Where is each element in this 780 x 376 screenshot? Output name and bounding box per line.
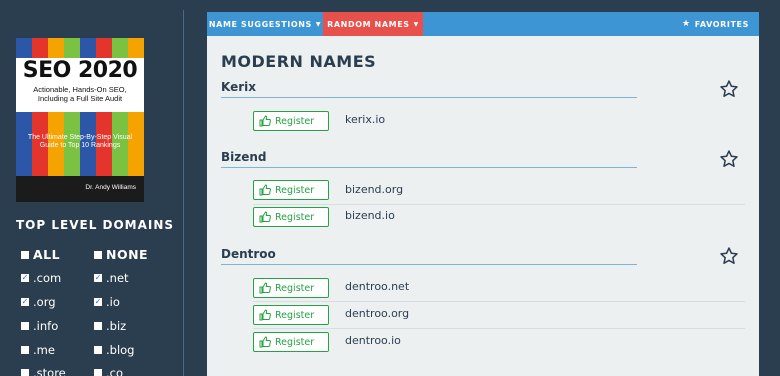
tld-checkbox-org[interactable]: ✓ .org — [21, 295, 56, 309]
group-underline — [221, 97, 637, 98]
tab-favorites[interactable]: ★ FAVORITES — [682, 12, 749, 36]
checkbox-unchecked[interactable] — [21, 369, 29, 376]
tld-checkbox-biz[interactable]: .biz — [94, 319, 126, 333]
favorite-star-icon[interactable] — [719, 149, 739, 169]
domain-name[interactable]: bizend.org — [345, 183, 403, 196]
tab-name-suggestions[interactable]: NAME SUGGESTIONS ▼ — [207, 12, 323, 36]
checkbox-checked[interactable]: ✓ — [94, 274, 102, 282]
tld-checkbox-co[interactable]: .co — [94, 366, 123, 376]
register-button[interactable]: Register — [253, 111, 329, 131]
thumbs-up-icon — [259, 282, 271, 294]
book-cover-ad[interactable]: SEO 2020 Actionable, Hands-On SEO, Inclu… — [16, 38, 144, 202]
group-underline — [221, 264, 637, 265]
tld-checkbox-store[interactable]: .store — [21, 366, 66, 376]
book-author: Dr. Andy Williams — [85, 184, 136, 191]
row-divider — [253, 301, 745, 302]
register-button[interactable]: Register — [253, 207, 329, 227]
checkbox-unchecked[interactable] — [94, 369, 102, 376]
names-panel: MODERN NAMES Kerix Register kerix.io Biz… — [207, 36, 759, 376]
tld-checkbox-info[interactable]: .info — [21, 319, 58, 333]
checkbox-unchecked[interactable] — [94, 250, 102, 259]
thumbs-up-icon — [259, 336, 271, 348]
register-button[interactable]: Register — [253, 305, 329, 325]
tld-checkbox-net[interactable]: ✓ .net — [94, 271, 129, 285]
name-group-title: Bizend — [221, 150, 267, 164]
tld-checkbox-io[interactable]: ✓ .io — [94, 295, 120, 309]
top-nav: NAME SUGGESTIONS ▼ RANDOM NAMES ▼ ★ FAVO… — [207, 12, 759, 36]
caret-down-icon: ▼ — [315, 20, 322, 28]
row-divider — [253, 328, 745, 329]
row-divider — [253, 204, 745, 205]
tld-checkbox-me[interactable]: .me — [21, 343, 55, 357]
register-button[interactable]: Register — [253, 278, 329, 298]
thumbs-up-icon — [259, 184, 271, 196]
group-underline — [221, 167, 637, 168]
book-tagline: The Ultimate Step-By-Step Visual Guide t… — [27, 134, 133, 149]
domain-name[interactable]: kerix.io — [345, 113, 385, 126]
checkbox-unchecked[interactable] — [94, 346, 102, 354]
checkbox-unchecked[interactable] — [21, 346, 29, 354]
domain-name[interactable]: dentroo.org — [345, 307, 409, 320]
checkbox-checked[interactable]: ✓ — [94, 298, 102, 306]
thumbs-up-icon — [259, 211, 271, 223]
book-subtitle: Actionable, Hands-On SEO, Including a Fu… — [33, 85, 127, 103]
tab-random-names[interactable]: RANDOM NAMES ▼ — [323, 12, 423, 36]
register-button[interactable]: Register — [253, 180, 329, 200]
tld-all-checkbox[interactable]: ALL — [21, 247, 60, 262]
favorite-star-icon[interactable] — [719, 79, 739, 99]
sidebar-divider — [183, 10, 184, 376]
tld-none-checkbox[interactable]: NONE — [94, 247, 148, 262]
page-title: MODERN NAMES — [221, 52, 377, 71]
checkbox-checked[interactable]: ✓ — [21, 298, 29, 306]
domain-name[interactable]: dentroo.net — [345, 280, 409, 293]
thumbs-up-icon — [259, 115, 271, 127]
domain-name[interactable]: dentroo.io — [345, 334, 401, 347]
book-title: SEO 2020 — [22, 58, 138, 83]
favorite-star-icon[interactable] — [719, 246, 739, 266]
domain-name[interactable]: bizend.io — [345, 209, 395, 222]
tld-heading: TOP LEVEL DOMAINS — [16, 218, 175, 232]
name-group-title: Dentroo — [221, 247, 276, 261]
name-group-title: Kerix — [221, 80, 256, 94]
checkbox-unchecked[interactable] — [94, 322, 102, 330]
checkbox-checked[interactable]: ✓ — [21, 274, 29, 282]
tld-checkbox-com[interactable]: ✓ .com — [21, 271, 61, 285]
register-button[interactable]: Register — [253, 332, 329, 352]
checkbox-unchecked[interactable] — [21, 250, 29, 259]
star-icon: ★ — [682, 19, 691, 29]
caret-down-icon: ▼ — [413, 20, 419, 28]
thumbs-up-icon — [259, 309, 271, 321]
tld-checkbox-blog[interactable]: .blog — [94, 343, 135, 357]
sidebar: SEO 2020 Actionable, Hands-On SEO, Inclu… — [0, 0, 184, 376]
checkbox-unchecked[interactable] — [21, 322, 29, 330]
